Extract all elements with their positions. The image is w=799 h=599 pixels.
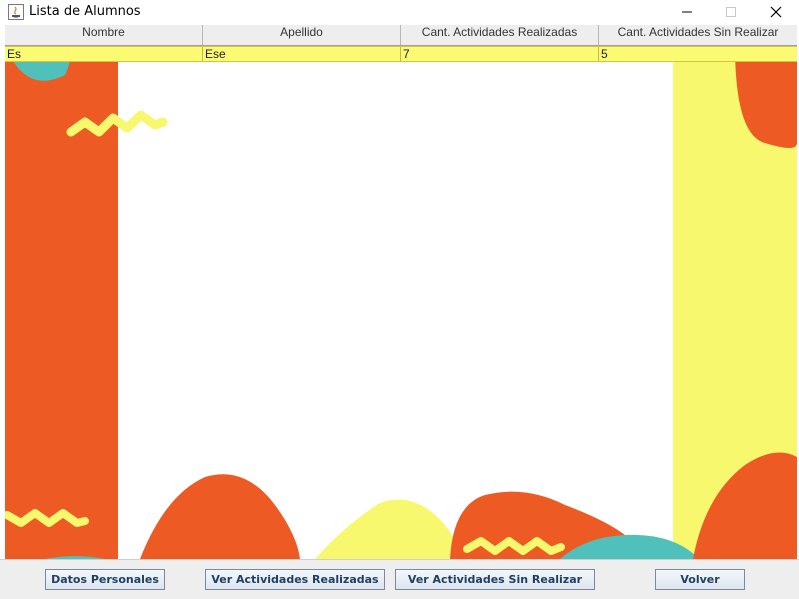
window: Lista de Alumnos Nombre Apellido Cant. A…: [0, 0, 799, 599]
close-icon: [770, 6, 782, 18]
column-header-apellido[interactable]: Apellido: [203, 25, 401, 45]
cell-sin-realizar[interactable]: 5: [599, 47, 797, 61]
minimize-icon: [682, 11, 692, 13]
java-icon: [8, 4, 24, 20]
orange-hill-left: [140, 474, 300, 559]
cell-nombre[interactable]: Es: [5, 47, 203, 61]
volver-button[interactable]: Volver: [655, 569, 745, 590]
ver-actividades-realizadas-button[interactable]: Ver Actividades Realizadas: [205, 569, 385, 590]
close-button[interactable]: [753, 0, 799, 24]
cell-apellido[interactable]: Ese: [203, 47, 401, 61]
cell-realizadas[interactable]: 7: [401, 47, 599, 61]
column-header-nombre[interactable]: Nombre: [5, 25, 203, 45]
datos-personales-button[interactable]: Datos Personales: [45, 569, 165, 590]
background-illustration: [5, 25, 797, 559]
column-header-realizadas[interactable]: Cant. Actividades Realizadas: [401, 25, 599, 45]
orange-panel-left: [5, 25, 118, 559]
minimize-button[interactable]: [664, 0, 710, 24]
window-title: Lista de Alumnos: [29, 4, 141, 19]
table-scroll-pane[interactable]: Nombre Apellido Cant. Actividades Realiz…: [5, 25, 797, 559]
table-row[interactable]: Es Ese 7 5: [5, 46, 797, 62]
column-header-sin-realizar[interactable]: Cant. Actividades Sin Realizar: [599, 25, 797, 45]
maximize-button[interactable]: [708, 0, 754, 24]
title-bar[interactable]: Lista de Alumnos: [0, 0, 799, 24]
yellow-hill: [315, 499, 463, 559]
ver-actividades-sin-realizar-button[interactable]: Ver Actividades Sin Realizar: [395, 569, 595, 590]
maximize-icon: [726, 7, 736, 17]
table-header: Nombre Apellido Cant. Actividades Realiz…: [5, 25, 797, 46]
button-bar: Datos Personales Ver Actividades Realiza…: [0, 559, 799, 599]
